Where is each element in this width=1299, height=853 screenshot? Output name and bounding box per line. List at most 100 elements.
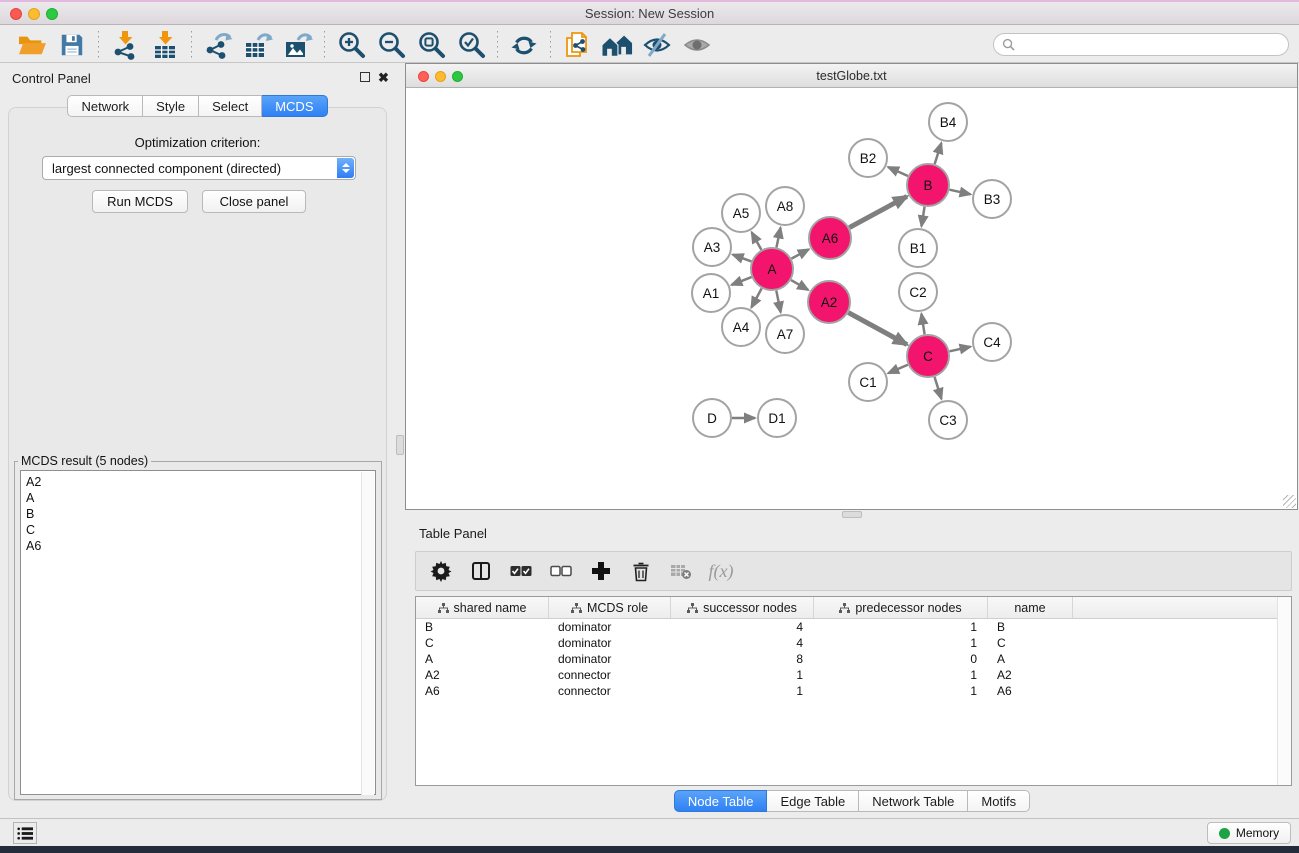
cell-name[interactable]: C	[988, 636, 1073, 650]
graph-node-B3[interactable]: B3	[973, 180, 1011, 218]
cell-successor-nodes[interactable]: 8	[671, 652, 814, 666]
graph-node-B1[interactable]: B1	[899, 229, 937, 267]
graph-node-A6[interactable]: A6	[809, 217, 851, 259]
window-resize-grip[interactable]	[1283, 495, 1296, 508]
graph-node-A8[interactable]: A8	[766, 187, 804, 225]
tab-edge-table[interactable]: Edge Table	[767, 790, 859, 812]
memory-button[interactable]: Memory	[1207, 822, 1291, 844]
graph-node-A4[interactable]: A4	[722, 308, 760, 346]
tab-node-table[interactable]: Node Table	[674, 790, 768, 812]
graph-node-A5[interactable]: A5	[722, 194, 760, 232]
table-row[interactable]: A6 connector 1 1 A6	[416, 683, 1291, 699]
table-settings-button[interactable]	[428, 558, 454, 584]
graph-edge-C-C4[interactable]	[949, 347, 970, 352]
export-table-button[interactable]	[238, 29, 278, 61]
deselect-all-button[interactable]	[548, 558, 574, 584]
graph-edge-A-A2[interactable]	[791, 280, 808, 290]
cell-name[interactable]: B	[988, 620, 1073, 634]
result-item[interactable]: A6	[26, 538, 375, 554]
column-header-shared-name[interactable]: shared name	[416, 597, 549, 618]
column-visibility-button[interactable]	[468, 558, 494, 584]
cell-name[interactable]: A	[988, 652, 1073, 666]
graph-edge-A-A5[interactable]	[752, 232, 762, 250]
cell-successor-nodes[interactable]: 4	[671, 620, 814, 634]
task-history-button[interactable]	[13, 822, 37, 844]
graph-edge-B-B2[interactable]	[888, 167, 908, 176]
graph-node-B[interactable]: B	[907, 164, 949, 206]
cell-name[interactable]: A6	[988, 684, 1073, 698]
select-all-button[interactable]	[508, 558, 534, 584]
cell-predecessor-nodes[interactable]: 1	[814, 636, 988, 650]
graph-edge-A6-B[interactable]	[849, 196, 907, 227]
cell-shared-name[interactable]: A2	[416, 668, 549, 682]
graph-edge-A-A7[interactable]	[776, 291, 780, 313]
tab-motifs[interactable]: Motifs	[968, 790, 1030, 812]
graph-node-B2[interactable]: B2	[849, 139, 887, 177]
delete-table-button[interactable]	[668, 558, 694, 584]
horizontal-splitter[interactable]	[405, 510, 1299, 519]
hide-selected-button[interactable]	[637, 29, 677, 61]
result-item[interactable]: A2	[26, 474, 375, 490]
graph-node-B4[interactable]: B4	[929, 103, 967, 141]
export-image-button[interactable]	[278, 29, 318, 61]
close-panel-button[interactable]: Close panel	[202, 190, 306, 213]
criterion-select[interactable]: largest connected component (directed)	[42, 156, 356, 180]
import-table-button[interactable]	[145, 29, 185, 61]
graph-edge-A-A4[interactable]	[751, 288, 761, 307]
column-header-predecessor-nodes[interactable]: predecessor nodes	[814, 597, 988, 618]
column-header-mcds-role[interactable]: MCDS role	[549, 597, 671, 618]
cell-shared-name[interactable]: A	[416, 652, 549, 666]
column-header-name[interactable]: name	[988, 597, 1073, 618]
cell-successor-nodes[interactable]: 1	[671, 684, 814, 698]
cell-predecessor-nodes[interactable]: 1	[814, 668, 988, 682]
graph-edge-B-B3[interactable]	[949, 190, 970, 195]
splitter-handle[interactable]	[842, 511, 862, 518]
result-item[interactable]: C	[26, 522, 375, 538]
import-network-button[interactable]	[105, 29, 145, 61]
graph-edge-A-A1[interactable]	[731, 277, 751, 285]
function-builder-button[interactable]: f(x)	[708, 558, 734, 584]
tab-style[interactable]: Style	[143, 95, 199, 117]
zoom-fit-button[interactable]	[411, 29, 451, 61]
graph-edge-A-A3[interactable]	[733, 255, 752, 262]
result-item[interactable]: B	[26, 506, 375, 522]
graph-edge-B-B4[interactable]	[935, 143, 942, 164]
graph-node-C3[interactable]: C3	[929, 401, 967, 439]
tab-select[interactable]: Select	[199, 95, 262, 117]
result-item[interactable]: A	[26, 490, 375, 506]
table-scrollbar[interactable]	[1277, 597, 1291, 785]
save-session-button[interactable]	[52, 29, 92, 61]
graph-node-A3[interactable]: A3	[693, 228, 731, 266]
column-header-successor-nodes[interactable]: successor nodes	[671, 597, 814, 618]
mcds-result-list[interactable]: A2 A B C A6	[20, 470, 376, 795]
cell-shared-name[interactable]: B	[416, 620, 549, 634]
cell-successor-nodes[interactable]: 1	[671, 668, 814, 682]
graph-node-A[interactable]: A	[751, 248, 793, 290]
graph-edge-B-B1[interactable]	[921, 207, 924, 227]
cell-name[interactable]: A2	[988, 668, 1073, 682]
cell-shared-name[interactable]: C	[416, 636, 549, 650]
graph-node-C2[interactable]: C2	[899, 273, 937, 311]
cell-predecessor-nodes[interactable]: 1	[814, 620, 988, 634]
control-panel-float-button[interactable]	[360, 72, 370, 85]
graph-node-A2[interactable]: A2	[808, 281, 850, 323]
search-input[interactable]	[1020, 38, 1288, 52]
tab-mcds[interactable]: MCDS	[262, 95, 327, 117]
table-row[interactable]: C dominator 4 1 C	[416, 635, 1291, 651]
cell-shared-name[interactable]: A6	[416, 684, 549, 698]
zoom-selected-button[interactable]	[451, 29, 491, 61]
graph-node-A1[interactable]: A1	[692, 274, 730, 312]
tab-network[interactable]: Network	[67, 95, 143, 117]
graph-node-D1[interactable]: D1	[758, 399, 796, 437]
graph-node-C[interactable]: C	[907, 335, 949, 377]
export-network-button[interactable]	[198, 29, 238, 61]
graph-edge-A-A6[interactable]	[791, 249, 808, 258]
cell-successor-nodes[interactable]: 4	[671, 636, 814, 650]
graph-edge-A2-C[interactable]	[848, 313, 907, 345]
refresh-button[interactable]	[504, 29, 544, 61]
cell-mcds-role[interactable]: dominator	[549, 652, 671, 666]
open-session-button[interactable]	[12, 29, 52, 61]
table-row[interactable]: A dominator 8 0 A	[416, 651, 1291, 667]
zoom-out-button[interactable]	[371, 29, 411, 61]
graph-node-C4[interactable]: C4	[973, 323, 1011, 361]
